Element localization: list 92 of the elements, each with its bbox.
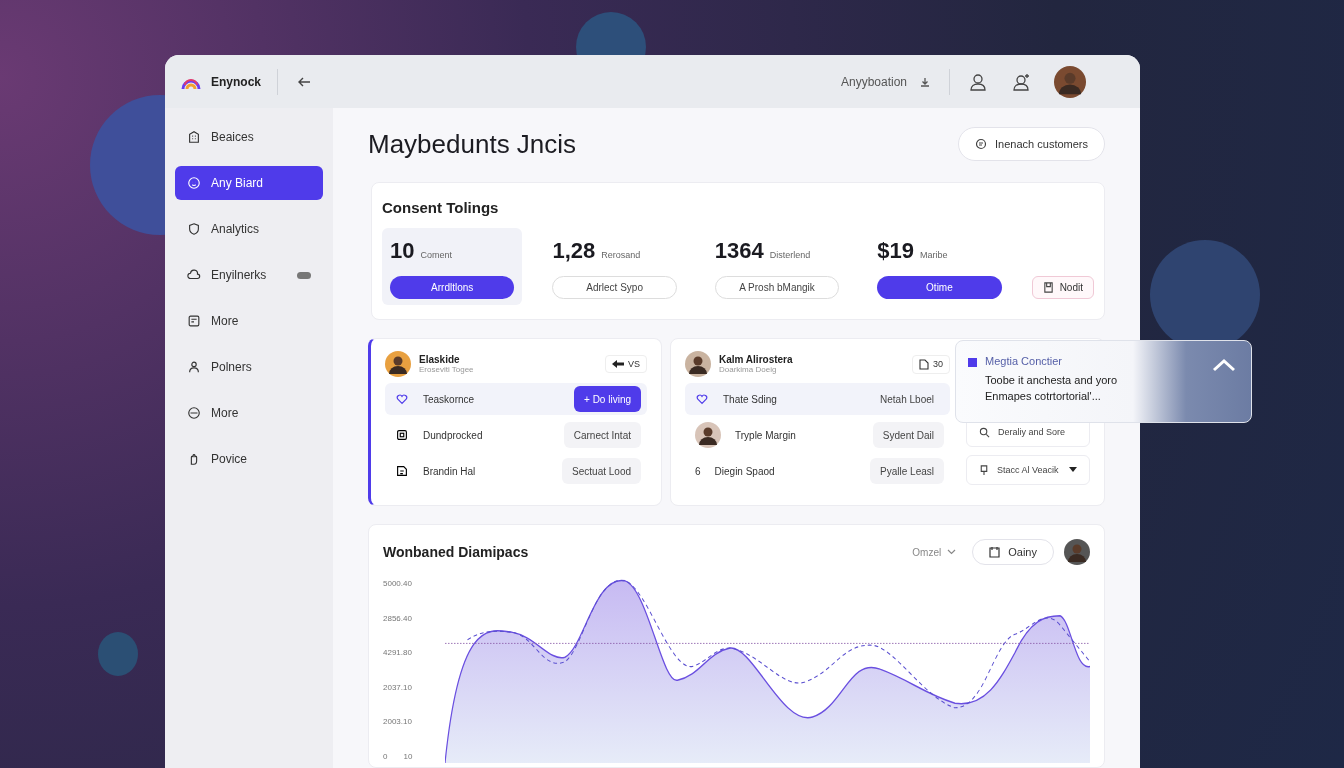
caret-icon: [1069, 467, 1077, 473]
decor-circle: [98, 632, 138, 676]
building-icon: [187, 130, 201, 144]
row-label: Teaskornce: [423, 393, 475, 405]
axis-label: 4291.80: [383, 648, 413, 658]
sidebar-item[interactable]: Povice: [175, 442, 323, 476]
account-name[interactable]: Anyyboation: [840, 74, 907, 89]
page-title: Maybedunts Jncis: [368, 128, 577, 160]
popover-title: Megtia Conctier: [985, 355, 1064, 367]
list-row[interactable]: Brandin Hal Sectuat Lood: [385, 455, 647, 487]
stat-button[interactable]: Arrdltlons: [390, 276, 515, 299]
sidebar-item[interactable]: Beaices: [175, 120, 323, 154]
stat-button[interactable]: Adrlect Sypo: [552, 276, 677, 299]
avatar: [385, 351, 411, 377]
row-button[interactable]: Netah Lboel: [870, 386, 944, 412]
filter-dropdown[interactable]: Omzel: [906, 545, 963, 559]
customers-button[interactable]: Inenach customers: [958, 127, 1105, 161]
search-icon: [979, 426, 990, 438]
shield-icon: [187, 222, 201, 236]
stat-unit: Maribe: [919, 250, 948, 260]
person-subtitle: Doarkima Doeig: [719, 365, 778, 374]
cloud-icon: [187, 268, 201, 282]
sidebar-item[interactable]: Enyilnerks: [175, 258, 323, 292]
axis-label: 2856.40: [383, 613, 413, 623]
dropdown-button[interactable]: Stacc Al Veacik: [966, 455, 1090, 485]
chart-title: Wonbaned Diamipacs: [383, 544, 529, 560]
note-button[interactable]: Nodit: [1031, 276, 1094, 299]
brand-name: Enynock: [211, 74, 261, 89]
card-title: Consent Tolings: [382, 199, 500, 216]
board-icon: [187, 314, 201, 328]
count-badge: 30: [912, 354, 950, 374]
count-badge: VS: [605, 355, 647, 373]
avatar: [1054, 65, 1086, 98]
stat-unit: Disterlend: [769, 250, 811, 260]
stat-button[interactable]: Otime: [877, 276, 1002, 299]
axis-label: 10: [403, 751, 413, 761]
document-icon: [919, 358, 929, 370]
sidebar-item[interactable]: Polners: [175, 350, 323, 384]
arrow-icon: [612, 360, 624, 368]
tag-icon: [975, 138, 988, 150]
divide-icon: [187, 406, 201, 420]
axis-label: 5000.40: [383, 579, 413, 588]
chevron-icon: [947, 549, 957, 555]
row-button[interactable]: Sectuat Lood: [562, 458, 641, 484]
calendar-icon: [989, 546, 1001, 558]
list-row[interactable]: Dundprocked Carnect Intat: [385, 419, 647, 451]
stat-value: 1,28: [552, 238, 596, 264]
save-icon: [1042, 282, 1054, 293]
chevron-up-icon: [1211, 357, 1237, 373]
heart-icon: [395, 392, 409, 406]
pin-icon: [979, 464, 989, 476]
face-icon: [187, 176, 201, 190]
popover-text: Toobe it anchesta and yoro Enmapes cotrtortorial'...: [985, 373, 1119, 404]
person-name: Kalm Alirostera: [719, 354, 793, 365]
stat-value: 10: [390, 238, 415, 264]
note-icon: [395, 464, 409, 478]
person-subtitle: Eroseviti Togee: [419, 365, 474, 374]
sidebar-item[interactable]: More: [175, 304, 323, 338]
list-row[interactable]: Teaskornce + Do living: [385, 383, 647, 415]
row-button[interactable]: + Do living: [574, 386, 641, 412]
chart-button[interactable]: Oainy: [972, 539, 1054, 565]
avatar: [1064, 539, 1090, 565]
row-label: Thate Sding: [723, 393, 777, 405]
avatar: [685, 351, 711, 377]
row-label: Diegin Spaod: [714, 465, 775, 477]
person-name: Elaskide: [419, 354, 461, 365]
list-row[interactable]: Thate Sding Netah Lboel: [685, 383, 950, 415]
stat-unit: Rerosand: [601, 250, 641, 260]
row-button[interactable]: Pyalle Leasl: [870, 458, 944, 484]
list-row[interactable]: 6 Diegin Spaod Pyalle Leasl: [685, 455, 950, 487]
list-row[interactable]: Tryple Margin Sydent Dail: [685, 419, 950, 451]
stat-value: $19: [877, 238, 914, 264]
sidebar-item[interactable]: Any Biard: [175, 166, 323, 200]
axis-label: 2003.10: [383, 717, 413, 727]
sidebar-item[interactable]: Analytics: [175, 212, 323, 246]
row-label: Tryple Margin: [735, 429, 796, 441]
stat-button[interactable]: A Prosh bMangik: [714, 276, 840, 299]
row-label: Dundprocked: [423, 429, 483, 441]
square-icon: [395, 428, 409, 442]
stat-value: 1364: [714, 238, 764, 264]
heart-icon: [695, 392, 709, 406]
sidebar-item[interactable]: More: [175, 396, 323, 430]
row-number: 6: [695, 465, 701, 477]
person-icon: [187, 360, 201, 374]
toggle[interactable]: [297, 271, 311, 279]
axis-label: 2037.10: [383, 682, 413, 692]
row-label: Brandin Hal: [423, 465, 476, 477]
row-button[interactable]: Sydent Dail: [872, 422, 944, 448]
row-button[interactable]: Carnect Intat: [563, 422, 641, 448]
axis-label: 0: [383, 751, 388, 761]
avatar: [695, 422, 721, 448]
stat-unit: Coment: [420, 250, 452, 260]
